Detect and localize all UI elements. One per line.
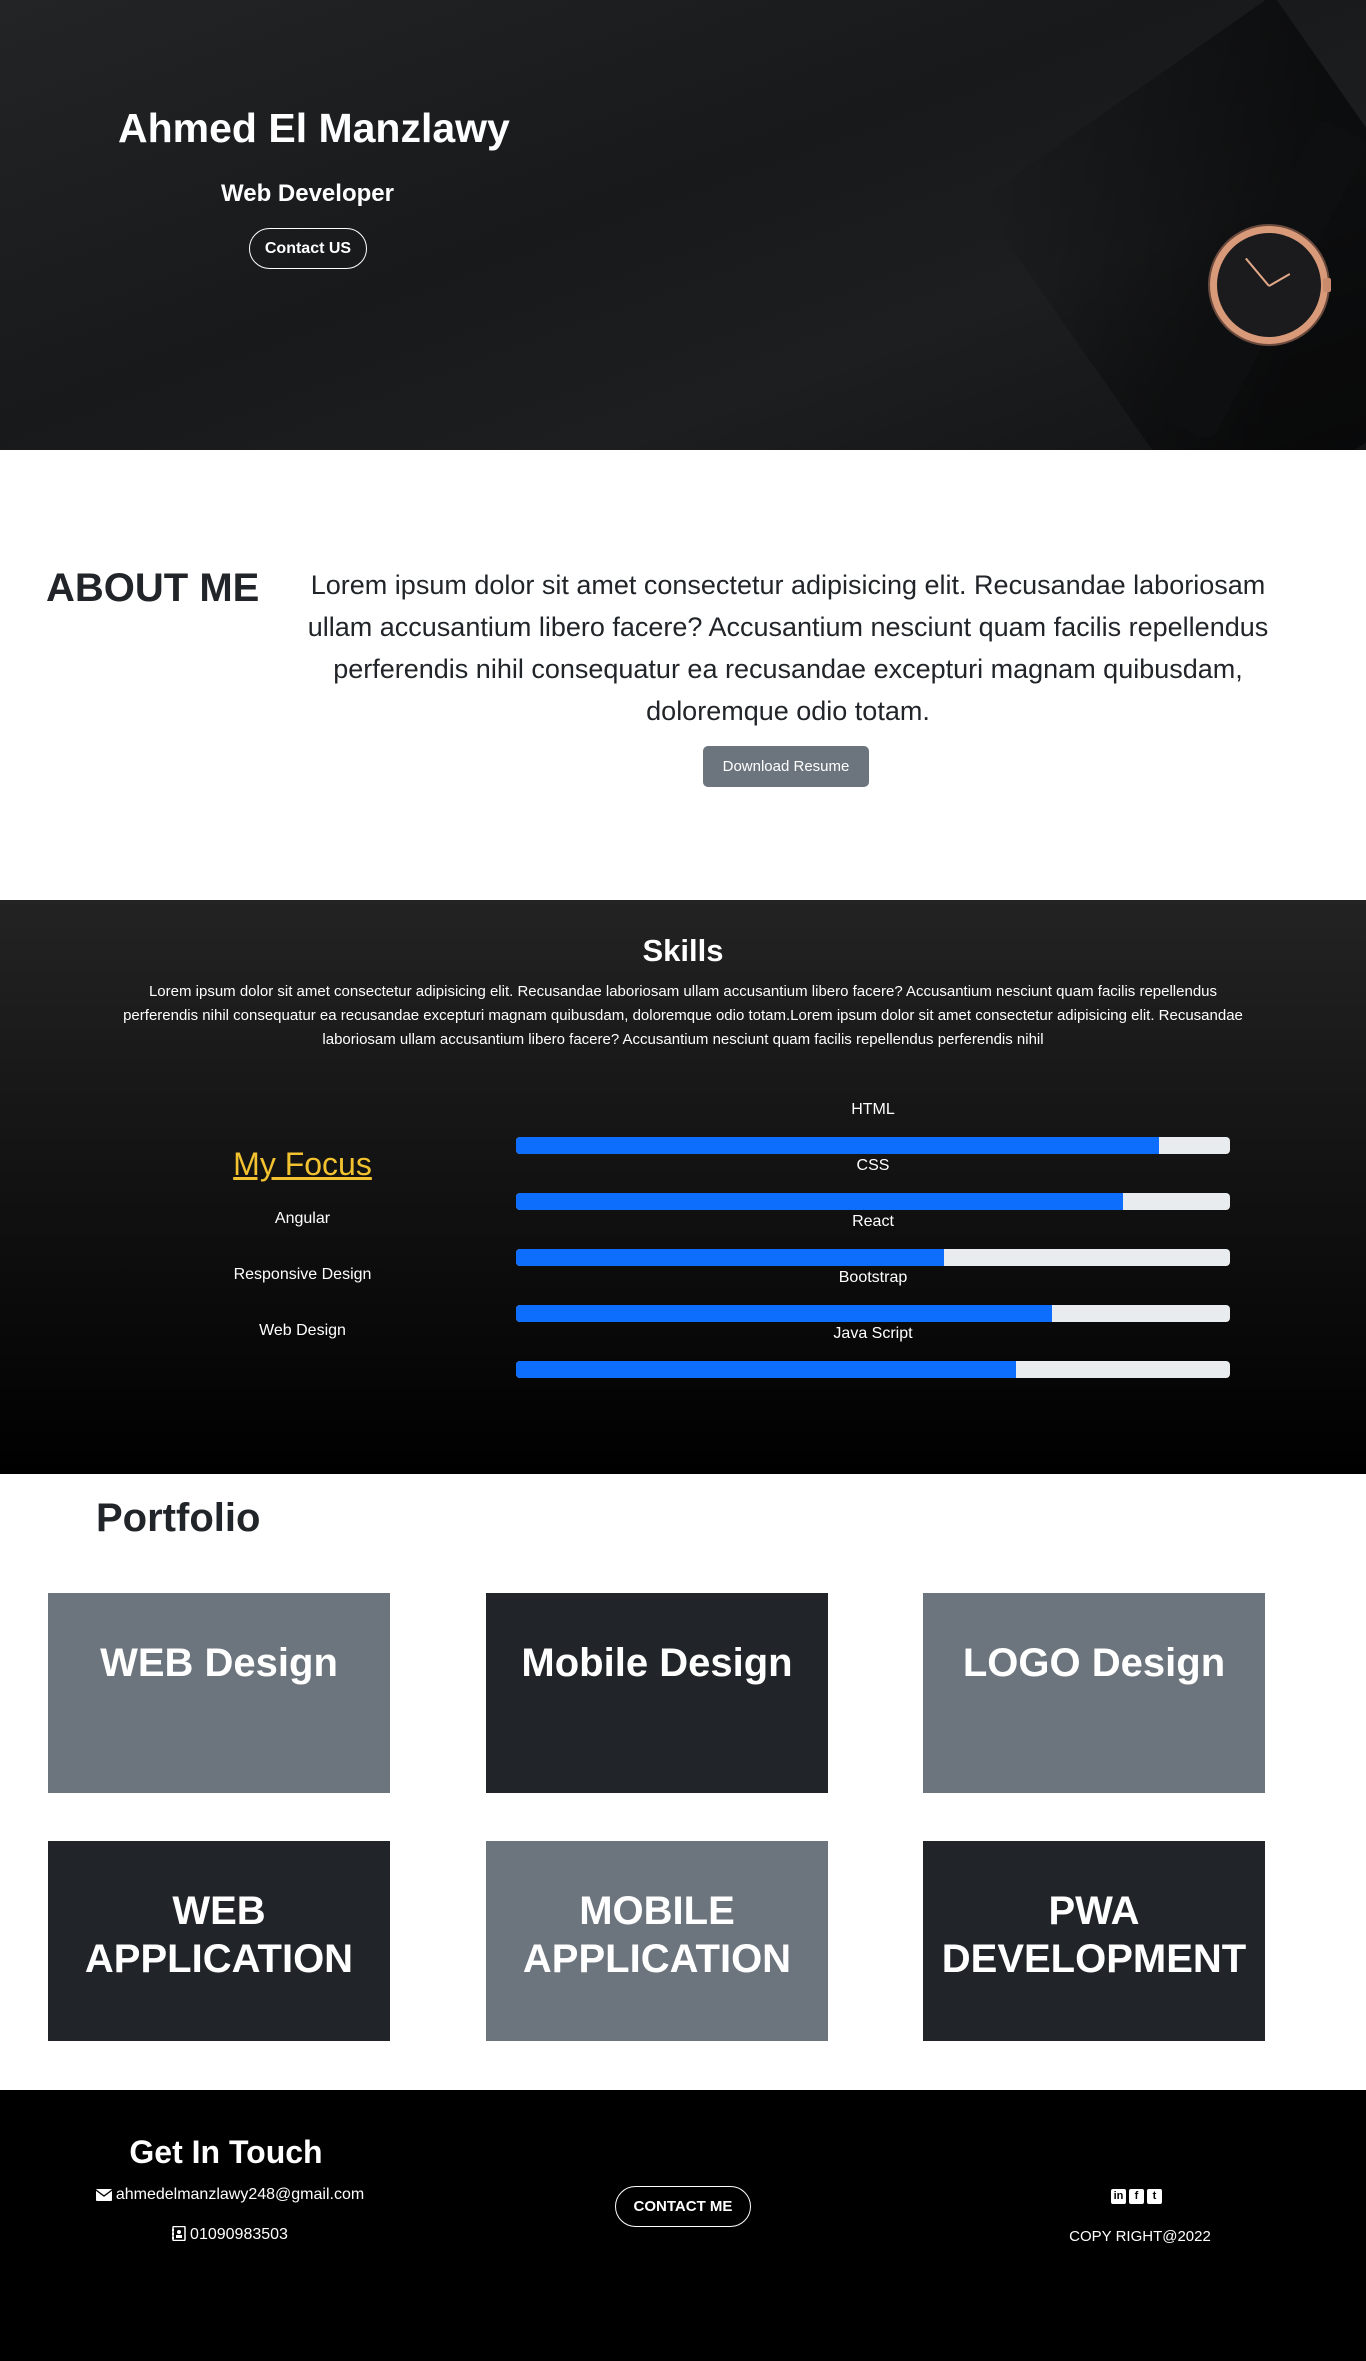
portfolio-card[interactable]: LOGO Design: [923, 1593, 1265, 1793]
skill-label-bootstrap: Bootstrap: [838, 1269, 908, 1286]
get-in-touch-title: Get In Touch: [129, 2134, 323, 2170]
hero-role: Web Developer: [221, 180, 394, 207]
progress-bar-react: [516, 1249, 1230, 1266]
copyright-text: COPY RIGHT@2022: [1069, 2228, 1211, 2245]
progress-fill: [516, 1361, 1016, 1378]
progress-fill: [516, 1137, 1159, 1154]
portfolio-card[interactable]: WEB APPLICATION: [48, 1841, 390, 2041]
progress-fill: [516, 1305, 1052, 1322]
portfolio-title: Portfolio: [96, 1496, 261, 1540]
email-row: ahmedelmanzlawy248@gmail.com: [40, 2186, 420, 2206]
progress-bar-html: [516, 1137, 1230, 1154]
hero-section: [0, 0, 1366, 450]
progress-fill: [516, 1193, 1123, 1210]
progress-bar-bootstrap: [516, 1305, 1230, 1322]
twitter-icon[interactable]: t: [1147, 2189, 1162, 2204]
watch-crown: [1323, 278, 1331, 292]
skill-label-css: CSS: [856, 1157, 890, 1174]
skills-description: Lorem ipsum dolor sit amet consectetur a…: [123, 983, 1243, 1048]
skill-label-react: React: [852, 1213, 894, 1230]
phone-row: 01090983503: [40, 2225, 420, 2246]
phone-text[interactable]: 01090983503: [190, 2226, 288, 2243]
contact-card-icon: [172, 2225, 186, 2246]
my-focus-title: My Focus: [233, 1146, 372, 1182]
skill-label-javascript: Java Script: [833, 1325, 913, 1342]
focus-item: Angular: [274, 1210, 331, 1227]
hero-name: Ahmed El Manzlawy: [118, 105, 510, 151]
progress-bar-css: [516, 1193, 1230, 1210]
about-text: Lorem ipsum dolor sit amet consectetur a…: [307, 570, 1269, 726]
email-text[interactable]: ahmedelmanzlawy248@gmail.com: [116, 2186, 364, 2203]
portfolio-card[interactable]: MOBILE APPLICATION: [486, 1841, 828, 2041]
contact-us-button[interactable]: Contact US: [249, 228, 367, 269]
skills-title: Skills: [642, 933, 724, 968]
download-resume-button[interactable]: Download Resume: [703, 746, 869, 787]
linkedin-icon[interactable]: in: [1111, 2189, 1126, 2204]
about-title: ABOUT ME: [46, 566, 260, 610]
focus-item: Web Design: [259, 1322, 346, 1339]
contact-me-button[interactable]: CONTACT ME: [615, 2186, 751, 2227]
skill-label-html: HTML: [851, 1101, 895, 1118]
envelope-icon: [95, 2188, 113, 2206]
facebook-icon[interactable]: f: [1129, 2189, 1144, 2204]
focus-item: Responsive Design: [233, 1266, 372, 1283]
portfolio-card[interactable]: WEB Design: [48, 1593, 390, 1793]
portfolio-card[interactable]: PWA DEVELOPMENT: [923, 1841, 1265, 2041]
social-links: in f t: [1111, 2189, 1162, 2204]
progress-fill: [516, 1249, 945, 1266]
progress-bar-javascript: [516, 1361, 1230, 1378]
portfolio-card[interactable]: Mobile Design: [486, 1593, 828, 1793]
